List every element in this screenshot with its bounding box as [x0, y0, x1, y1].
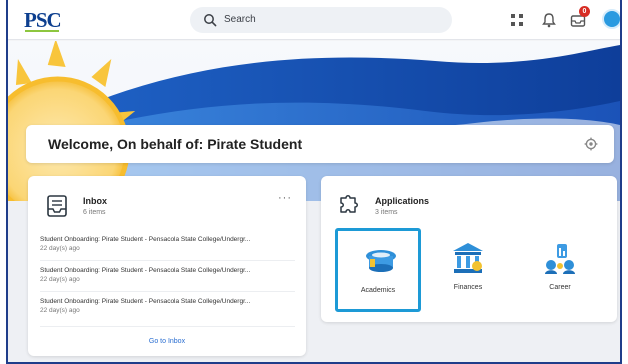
search-label: Search	[224, 14, 256, 25]
search-bar[interactable]: Search	[190, 7, 452, 33]
search-icon	[204, 14, 217, 27]
avatar[interactable]	[602, 9, 620, 29]
tile-label: Finances	[453, 284, 483, 291]
tile-label: Academics	[360, 287, 396, 294]
finances-icon	[453, 243, 483, 273]
applications-title: Applications	[375, 196, 430, 206]
divider	[40, 291, 295, 292]
career-tile[interactable]: Career	[517, 228, 603, 312]
inbox-task[interactable]: Student Onboarding: Pirate Student - Pen…	[40, 298, 295, 314]
finances-tile[interactable]: Finances	[425, 228, 511, 312]
notification-badge: 0	[579, 6, 590, 17]
inbox-title: Inbox	[83, 196, 107, 206]
apps-grid-icon[interactable]	[508, 11, 526, 29]
task-age: 22 day(s) ago	[40, 307, 80, 314]
divider	[40, 260, 295, 261]
bell-icon[interactable]	[540, 11, 558, 29]
logo-underline	[25, 30, 59, 32]
welcome-title: Welcome, On behalf of: Pirate Student	[48, 136, 303, 152]
inbox-task[interactable]: Student Onboarding: Pirate Student - Pen…	[40, 236, 295, 252]
welcome-banner: Welcome, On behalf of: Pirate Student	[26, 125, 614, 163]
puzzle-icon	[340, 195, 358, 213]
applications-card: Applications 3 items Academics Finances …	[321, 176, 617, 322]
divider	[40, 326, 295, 327]
task-title: Student Onboarding: Pirate Student - Pen…	[40, 236, 251, 243]
academics-tile[interactable]: Academics	[335, 228, 421, 312]
applications-count: 3 items	[375, 209, 398, 216]
more-options-button[interactable]: ···	[278, 192, 292, 204]
task-age: 22 day(s) ago	[40, 276, 80, 283]
psc-logo[interactable]: PSC	[24, 8, 62, 33]
inbox-card: Inbox 6 items ··· Student Onboarding: Pi…	[28, 176, 306, 356]
career-icon	[545, 244, 575, 274]
gear-icon[interactable]	[584, 137, 598, 151]
inbox-task[interactable]: Student Onboarding: Pirate Student - Pen…	[40, 267, 295, 283]
task-title: Student Onboarding: Pirate Student - Pen…	[40, 298, 251, 305]
academics-icon	[366, 250, 396, 272]
task-title: Student Onboarding: Pirate Student - Pen…	[40, 267, 251, 274]
inbox-count: 6 items	[83, 209, 106, 216]
logo-text: PSC	[24, 8, 62, 32]
task-age: 22 day(s) ago	[40, 245, 80, 252]
app-window: PSC Search 0 Welcome, On behalf of: Pira…	[6, 0, 622, 364]
tile-label: Career	[549, 284, 571, 291]
inbox-icon	[47, 195, 67, 217]
top-bar: PSC Search 0	[8, 0, 620, 40]
go-to-inbox-link[interactable]: Go to Inbox	[28, 338, 306, 345]
